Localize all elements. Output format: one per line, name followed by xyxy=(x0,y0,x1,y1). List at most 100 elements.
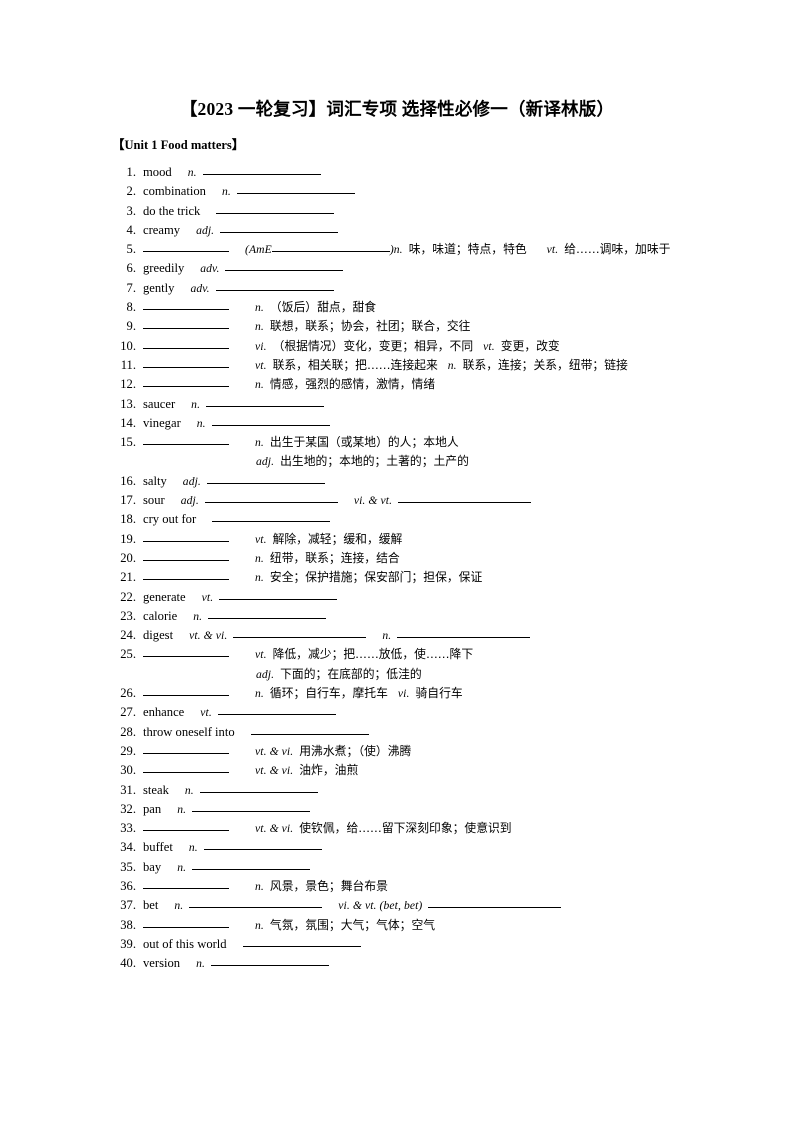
chinese-gloss-sub: 出生地的；本地的；土著的；土产的 xyxy=(280,454,469,469)
entry-body: saucer n. xyxy=(143,395,325,414)
entry-number: 10. xyxy=(120,338,136,353)
vocabulary-entry: 10. vi. （根据情况）变化，变更；相异，不同 vt. 变更，改变 xyxy=(112,337,772,356)
answer-blank[interactable] xyxy=(215,279,334,291)
document-page: 【2023 一轮复习】词汇专项 选择性必修一（新译林版） 【Unit 1 Foo… xyxy=(0,0,794,1123)
entry-body: vi. （根据情况）变化，变更；相异，不同 vt. 变更，改变 xyxy=(143,337,560,356)
entry-word: pan xyxy=(143,801,162,816)
answer-blank[interactable] xyxy=(219,588,338,600)
part-of-speech: n. xyxy=(255,571,264,585)
vocabulary-entry: 9. n. 联想，联系；协会，社团；联合，交往 xyxy=(112,317,772,336)
entry-number: 1. xyxy=(126,165,136,179)
chinese-gloss-tertiary: 联系，连接；关系，纽带；链接 xyxy=(462,357,628,372)
answer-blank[interactable] xyxy=(192,800,311,812)
answer-blank[interactable] xyxy=(220,221,339,233)
answer-blank[interactable] xyxy=(206,472,325,484)
answer-blank[interactable] xyxy=(199,781,318,793)
answer-blank[interactable] xyxy=(250,723,369,735)
answer-blank[interactable] xyxy=(204,491,338,504)
answer-blank[interactable] xyxy=(236,182,355,195)
unit-heading: 【Unit 1 Food matters】 xyxy=(112,138,245,152)
part-of-speech: n. xyxy=(184,783,194,797)
answer-blank[interactable] xyxy=(203,838,322,851)
answer-blank[interactable] xyxy=(143,240,229,253)
answer-blank[interactable] xyxy=(208,607,327,619)
part-of-speech-tertiary: vt. xyxy=(546,243,559,257)
entry-word: bay xyxy=(143,859,162,874)
entry-number: 39. xyxy=(120,936,136,951)
entry-number: 22. xyxy=(120,589,136,604)
entry-word: digest xyxy=(143,628,174,643)
answer-blank[interactable] xyxy=(210,954,329,967)
answer-blank[interactable] xyxy=(143,298,229,311)
answer-blank[interactable] xyxy=(233,626,367,639)
entry-body: mood n. xyxy=(143,163,321,182)
chinese-gloss: 纽带，联系；连接，结合 xyxy=(269,550,400,565)
answer-blank[interactable] xyxy=(211,414,330,426)
answer-blank[interactable] xyxy=(217,703,336,716)
part-of-speech: n. xyxy=(196,957,205,971)
answer-blank[interactable] xyxy=(216,202,335,214)
entry-body: n. 安全；保护措施；保安部门；担保，保证 xyxy=(143,568,482,587)
entry-number: 31. xyxy=(120,782,136,797)
vocabulary-entry: 33. vt. & vi. 使钦佩，给……留下深刻印象；使意识到 xyxy=(112,819,772,838)
part-of-speech: vt. xyxy=(255,648,267,662)
entry-body: vt. 联系，相关联；把……连接起来 n. 联系，连接；关系，纽带；链接 xyxy=(143,356,628,375)
answer-blank-second[interactable] xyxy=(428,896,562,909)
vocabulary-entry: 17. sour adj. vi. & vt. xyxy=(112,491,772,510)
answer-blank[interactable] xyxy=(143,317,229,330)
answer-blank[interactable] xyxy=(225,259,344,272)
entry-body: salty adj. xyxy=(143,472,325,491)
part-of-speech: n. xyxy=(255,378,264,392)
entry-body: n. 风景，景色；舞台布景 xyxy=(143,877,388,896)
answer-blank[interactable] xyxy=(206,395,325,407)
part-of-speech-tertiary: vt. xyxy=(483,339,495,353)
entry-number: 29. xyxy=(120,743,136,758)
answer-blank[interactable] xyxy=(143,761,229,774)
entry-word: enhance xyxy=(143,705,185,720)
answer-blank[interactable] xyxy=(143,645,229,658)
part-of-speech: n. xyxy=(255,918,264,932)
vocabulary-entry: 24. digest vt. & vi. n. xyxy=(112,626,772,645)
vocabulary-entry: 7. gently adv. xyxy=(112,279,772,298)
entry-word: salty xyxy=(143,473,167,488)
answer-blank[interactable] xyxy=(143,568,229,581)
answer-blank[interactable] xyxy=(143,877,229,889)
part-of-speech: vt. xyxy=(201,590,214,604)
answer-blank[interactable] xyxy=(143,356,229,368)
entry-number: 30. xyxy=(120,763,136,778)
answer-blank[interactable] xyxy=(212,510,331,523)
entry-body: enhance vt. xyxy=(143,703,336,722)
entry-body: vt. & vi. 使钦佩，给……留下深刻印象；使意识到 xyxy=(143,819,512,838)
answer-blank-second[interactable] xyxy=(397,626,531,639)
part-of-speech-second-sense: vi. & vt. (bet, bet) xyxy=(338,899,423,913)
answer-blank[interactable] xyxy=(202,163,321,175)
entry-body: n. 气氛，氛围；大气；气体；空气 xyxy=(143,916,435,935)
answer-blank[interactable] xyxy=(143,433,229,446)
part-of-speech: n. xyxy=(187,166,197,179)
answer-blank-ame[interactable] xyxy=(271,240,390,253)
answer-blank[interactable] xyxy=(143,337,229,349)
answer-blank[interactable] xyxy=(143,530,229,542)
answer-blank[interactable] xyxy=(143,916,229,928)
answer-blank[interactable] xyxy=(143,375,229,388)
vocabulary-entry: 27. enhance vt. xyxy=(112,703,772,722)
entry-body: (AmE)n. 味，味道；特点，特色 vt. 给……调味，加味于 xyxy=(143,240,670,259)
entry-number: 5. xyxy=(126,242,136,257)
answer-blank[interactable] xyxy=(143,742,229,754)
chinese-gloss-tertiary: 变更，改变 xyxy=(500,338,560,353)
entry-number: 34. xyxy=(120,840,136,855)
answer-blank[interactable] xyxy=(242,935,361,947)
answer-blank-second[interactable] xyxy=(398,491,532,504)
vocabulary-entry: 23. calorie n. xyxy=(112,607,772,626)
entry-number: 21. xyxy=(120,570,136,585)
part-of-speech: vt. & vi. xyxy=(189,629,228,643)
answer-blank[interactable] xyxy=(189,896,323,909)
vocabulary-entry: 37. bet n. vi. & vt. (bet, bet) xyxy=(112,896,772,915)
entry-body: gently adv. xyxy=(143,279,334,298)
answer-blank[interactable] xyxy=(143,549,229,561)
entry-word: gently xyxy=(143,280,175,295)
answer-blank[interactable] xyxy=(143,684,229,697)
answer-blank[interactable] xyxy=(192,858,311,870)
answer-blank[interactable] xyxy=(143,819,229,832)
vocabulary-entry: 8. n. （饭后）甜点，甜食 xyxy=(112,298,772,317)
